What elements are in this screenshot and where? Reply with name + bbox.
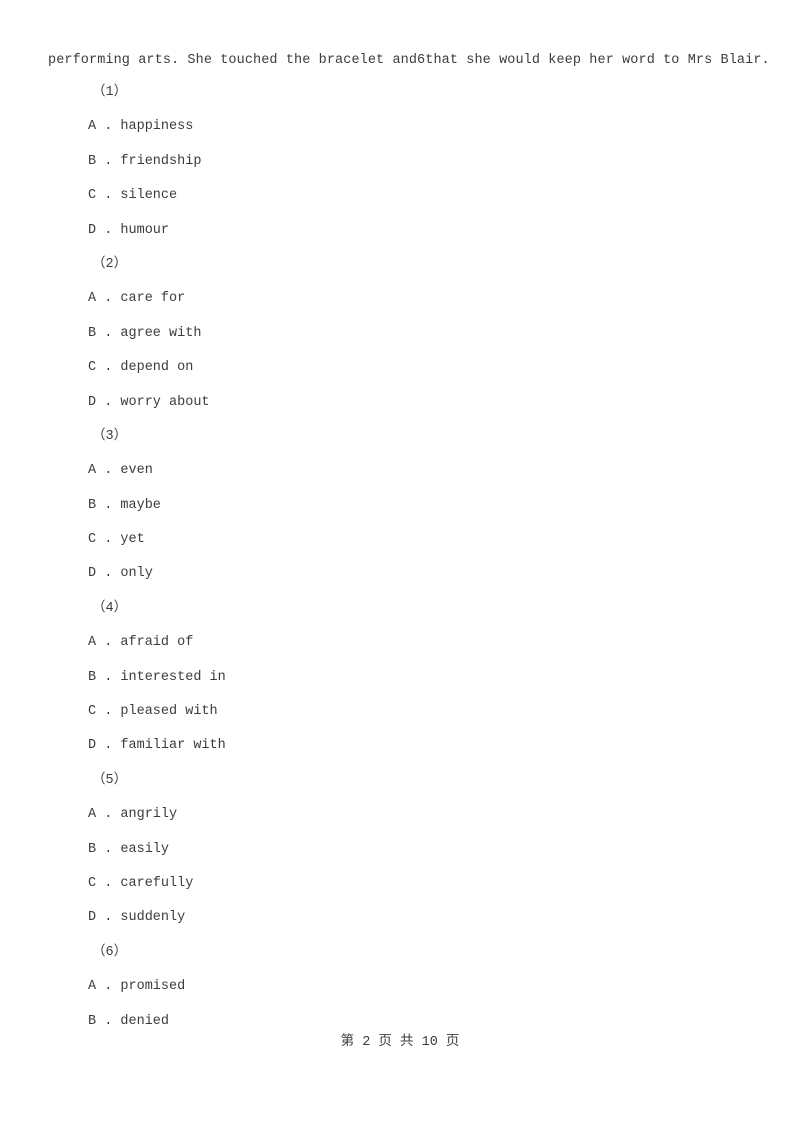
- question-group: （4） A . afraid of B . interested in C . ple…: [0, 600, 800, 772]
- question-group: （6） A . promised B . denied: [0, 944, 800, 1047]
- answer-option[interactable]: A . happiness: [88, 118, 800, 152]
- answer-option[interactable]: A . afraid of: [88, 634, 800, 668]
- answer-option[interactable]: A . promised: [88, 978, 800, 1012]
- answer-option[interactable]: B . friendship: [88, 153, 800, 187]
- answer-option[interactable]: C . yet: [88, 531, 800, 565]
- answer-option[interactable]: A . even: [88, 462, 800, 496]
- answer-option[interactable]: D . familiar with: [88, 737, 800, 771]
- answer-option[interactable]: C . silence: [88, 187, 800, 221]
- answer-option[interactable]: D . worry about: [88, 394, 800, 428]
- question-number: （2）: [92, 256, 128, 272]
- answer-option[interactable]: B . agree with: [88, 325, 800, 359]
- question-number: （6）: [92, 944, 128, 960]
- question-group: （2） A . care for B . agree with C . depend …: [0, 256, 800, 428]
- answer-option[interactable]: B . easily: [88, 841, 800, 875]
- question-group: （3） A . even B . maybe C . yet D . only: [0, 428, 800, 600]
- question-number: （5）: [92, 772, 128, 788]
- page-footer: 第 2 页 共 10 页: [340, 1035, 460, 1050]
- question-list: （1） A . happiness B . friendship C . silenc…: [0, 84, 800, 1047]
- question-number: （1）: [92, 85, 128, 100]
- answer-option[interactable]: A . care for: [88, 290, 800, 324]
- answer-option[interactable]: D . suddenly: [88, 909, 800, 943]
- answer-option[interactable]: C . depend on: [88, 359, 800, 393]
- question-number: （4）: [92, 600, 128, 616]
- answer-option[interactable]: B . interested in: [88, 669, 800, 703]
- question-group: （1） A . happiness B . friendship C . silenc…: [0, 84, 800, 256]
- document-page: performing arts. She touched the bracele…: [0, 0, 800, 1132]
- question-group: （5） A . angrily B . easily C . carefully D .…: [0, 772, 800, 944]
- answer-option[interactable]: D . only: [88, 565, 800, 599]
- answer-option[interactable]: C . carefully: [88, 875, 800, 909]
- answer-option[interactable]: A . angrily: [88, 806, 800, 840]
- passage-text: performing arts. She touched the bracele…: [48, 53, 770, 68]
- answer-option[interactable]: C . pleased with: [88, 703, 800, 737]
- answer-option[interactable]: D . humour: [88, 222, 800, 256]
- question-number: （3）: [92, 428, 128, 444]
- answer-option[interactable]: B . maybe: [88, 497, 800, 531]
